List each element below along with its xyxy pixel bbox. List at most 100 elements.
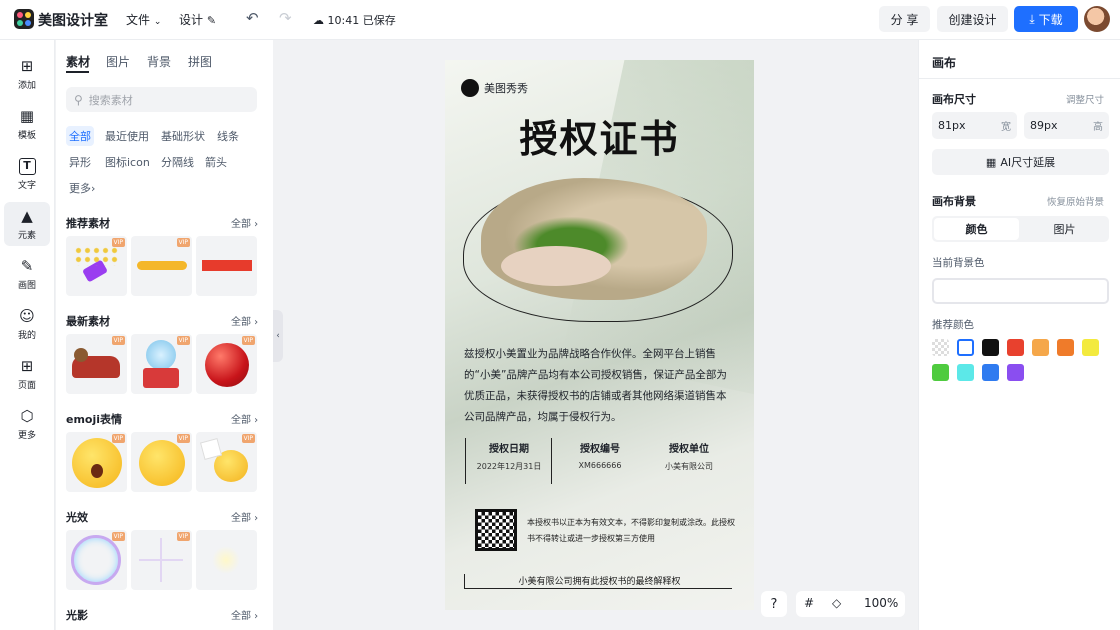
layers-icon[interactable]: ◇	[832, 596, 841, 610]
asset-thumb-snow-globe[interactable]: VIP	[131, 334, 192, 394]
rail-item-mine[interactable]: ☺ 我的	[4, 302, 50, 346]
color-swatch[interactable]	[1057, 339, 1074, 356]
asset-thumb-emoji-shocked[interactable]: VIP	[66, 432, 127, 492]
tab-color[interactable]: 颜色	[934, 218, 1019, 240]
download-icon: ⤓	[1029, 11, 1035, 26]
download-button[interactable]: ⤓ 下载	[1014, 6, 1078, 32]
qr-code[interactable]	[475, 509, 517, 551]
help-button[interactable]: ?	[761, 591, 787, 617]
ai-extend-button[interactable]: ▦ AI尺寸延展	[932, 149, 1109, 175]
share-button[interactable]: 分 享	[879, 6, 930, 32]
tea-leaves-photo[interactable]	[481, 178, 707, 300]
divider-line	[465, 438, 466, 484]
bg-type-segmented: 颜色 图片	[932, 216, 1109, 242]
rail-item-more[interactable]: ⬡ 更多	[4, 402, 50, 446]
cert-footer-text[interactable]: 小美有限公司拥有此授权书的最终解释权	[445, 574, 754, 587]
rail-item-elements[interactable]: ▲ 元素	[4, 202, 50, 246]
vip-badge: VIP	[111, 336, 125, 345]
redo-icon[interactable]: ↷	[279, 9, 292, 27]
rail-item-template[interactable]: ▦ 模板	[4, 102, 50, 146]
tab-collage[interactable]: 拼图	[188, 53, 212, 70]
chevron-down-icon: ⌄	[153, 17, 162, 27]
cert-body-text[interactable]: 兹授权小美置业为品牌战略合作伙伴。全网平台上销售的“小美”品牌产品均有本公司授权…	[464, 344, 736, 428]
chip-more[interactable]: 更多 ›	[66, 178, 98, 198]
chip-icons[interactable]: 图标icon	[102, 152, 153, 172]
adjust-size-link[interactable]: 调整尺寸	[1066, 92, 1104, 106]
avatar[interactable]	[1084, 6, 1110, 32]
rail-item-draw[interactable]: ✎ 画图	[4, 252, 50, 296]
chip-all[interactable]: 全部	[66, 126, 94, 146]
rail-item-text[interactable]: T 文字	[4, 152, 50, 196]
rail-label: 添加	[17, 81, 36, 91]
color-swatch[interactable]	[1082, 339, 1099, 356]
color-swatch[interactable]	[1007, 364, 1024, 381]
chip-arrows[interactable]: 箭头	[202, 152, 230, 172]
app-logo-icon[interactable]	[14, 9, 34, 29]
plus-square-icon: ⊞	[20, 57, 34, 75]
asset-panel: 素材 图片 背景 拼图 ⚲ 搜索素材 全部 最近使用 基础形状 线条 异形 图标i…	[56, 40, 273, 630]
color-swatch[interactable]	[982, 364, 999, 381]
chip-irregular[interactable]: 异形	[66, 152, 94, 172]
asset-thumb-apple[interactable]: VIP	[196, 334, 257, 394]
info-date-head: 授权日期	[489, 444, 529, 455]
info-unit-head: 授权单位	[669, 444, 709, 455]
chip-lines[interactable]: 线条	[214, 126, 242, 146]
asset-thumb-sparkle[interactable]: VIP	[131, 530, 192, 590]
certificate-canvas[interactable]: 美图秀秀 授权证书 兹授权小美置业为品牌战略合作伙伴。全网平台上销售的“小美”品…	[445, 60, 754, 610]
color-swatch[interactable]	[932, 364, 949, 381]
grid-icon[interactable]: #	[804, 596, 814, 610]
vip-badge: VIP	[111, 238, 125, 247]
cert-brand[interactable]: 美图秀秀	[461, 79, 528, 97]
search-input[interactable]: ⚲ 搜索素材	[66, 87, 257, 112]
see-all-link[interactable]: 全部 ›	[231, 313, 258, 328]
rail-item-page[interactable]: ⊞ 页面	[4, 352, 50, 396]
color-swatch[interactable]	[957, 339, 974, 356]
tab-images[interactable]: 图片	[106, 53, 130, 70]
tab-assets[interactable]: 素材	[66, 53, 90, 70]
create-design-button[interactable]: 创建设计	[937, 6, 1008, 32]
asset-thumb-glow[interactable]	[196, 530, 257, 590]
asset-thumb-reindeer-sleigh[interactable]: VIP	[66, 334, 127, 394]
chip-dividers[interactable]: 分隔线	[158, 152, 197, 172]
tab-image[interactable]: 图片	[1022, 218, 1107, 240]
width-field[interactable]: 81px 宽	[932, 112, 1017, 139]
see-all-link[interactable]: 全部 ›	[231, 607, 258, 622]
see-all-link[interactable]: 全部 ›	[231, 509, 258, 524]
info-date-value: 2022年12月31日	[476, 462, 542, 471]
design-menu[interactable]: 设计 ✎	[179, 11, 216, 28]
current-color-swatch[interactable]	[932, 278, 1109, 304]
asset-thumb-brush-stroke[interactable]: VIP	[131, 236, 192, 296]
see-all-link[interactable]: 全部 ›	[231, 215, 258, 230]
swatch-transparent[interactable]	[932, 339, 949, 356]
bubble-icon	[71, 535, 121, 585]
chip-recent[interactable]: 最近使用	[102, 126, 152, 146]
canvas-bg-label: 画布背景	[932, 195, 976, 208]
color-swatch[interactable]	[957, 364, 974, 381]
width-unit: 宽	[1001, 122, 1011, 133]
asset-thumb-red-bar[interactable]	[196, 236, 257, 296]
chip-basic-shapes[interactable]: 基础形状	[158, 126, 208, 146]
info-number[interactable]: 授权编号 XM666666	[559, 440, 641, 470]
height-field[interactable]: 89px 高	[1024, 112, 1109, 139]
qr-note-text[interactable]: 本授权书以正本为有效文本，不得影印复制或涂改。此授权书不得转让或进一步授权第三方…	[527, 515, 737, 547]
section-title-emoji: emoji表情	[66, 413, 123, 426]
undo-icon[interactable]: ↶	[246, 9, 259, 27]
file-menu[interactable]: 文件 ⌄	[126, 11, 161, 28]
page-add-icon: ⊞	[20, 357, 34, 375]
color-swatch[interactable]	[982, 339, 999, 356]
see-all-link[interactable]: 全部 ›	[231, 411, 258, 426]
asset-thumb-bubble[interactable]: VIP	[66, 530, 127, 590]
info-unit[interactable]: 授权单位 小美有限公司	[648, 440, 730, 472]
asset-thumb-emoji-thinking[interactable]: VIP	[131, 432, 192, 492]
info-date[interactable]: 授权日期 2022年12月31日	[468, 440, 550, 472]
asset-thumb-party-popper[interactable]: VIP	[66, 236, 127, 296]
zoom-level[interactable]: 100%	[864, 596, 898, 610]
color-swatch[interactable]	[1007, 339, 1024, 356]
restore-bg-link[interactable]: 恢复原始背景	[1047, 194, 1104, 208]
asset-thumb-emoji-chick[interactable]: VIP	[196, 432, 257, 492]
rail-item-add[interactable]: ⊞ 添加	[4, 52, 50, 96]
collapse-panel-button[interactable]: ‹	[273, 310, 283, 362]
cert-title[interactable]: 授权证书	[445, 108, 754, 163]
color-swatch[interactable]	[1032, 339, 1049, 356]
tab-backgrounds[interactable]: 背景	[147, 53, 171, 70]
